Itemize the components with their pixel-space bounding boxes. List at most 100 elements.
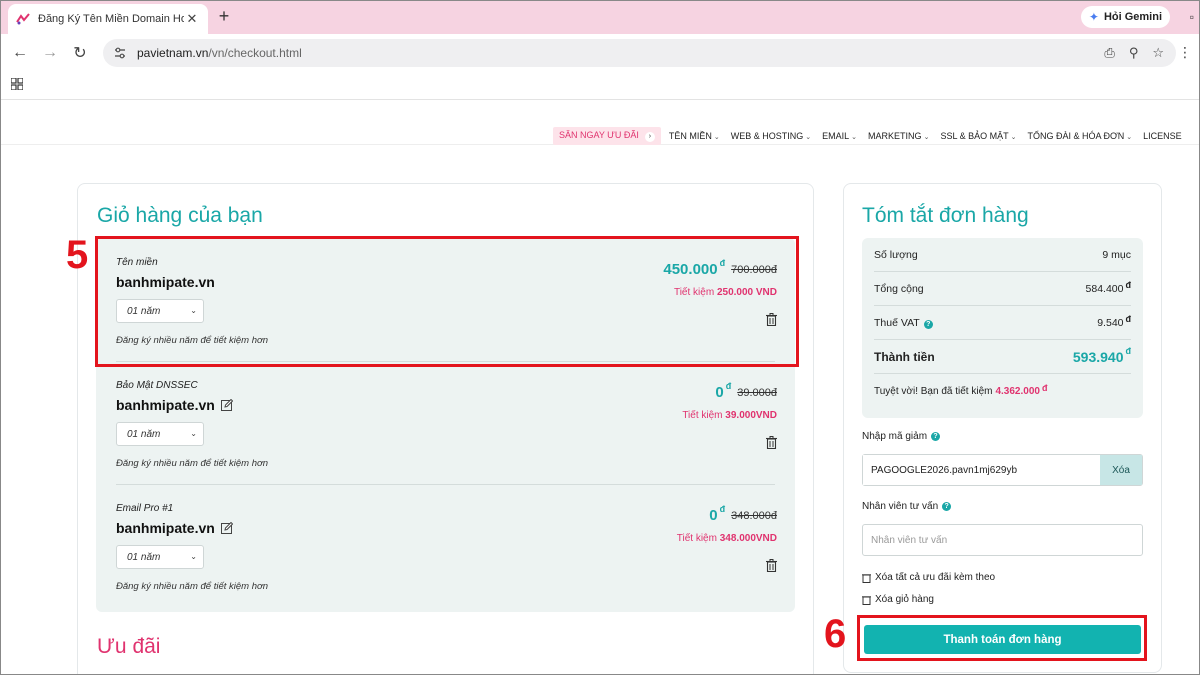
site-nav: SĂN NGAY ƯU ĐÃI › TÊN MIỀN ⌄ WEB & HOSTING… [0,101,1200,145]
chevron-down-icon: ⌄ [1010,134,1017,141]
price-now: 0 [715,384,724,401]
currency-symbol: đ [719,504,726,514]
currency-symbol: đ [1125,279,1132,290]
item-hint: Đăng ký nhiều năm để tiết kiệm hơn [116,458,269,469]
order-summary-panel: Tóm tắt đơn hàng Số lượng 9 mục Tổng cộn… [843,183,1162,673]
deals-title: Ưu đãi [97,635,161,658]
summary-title: Tóm tắt đơn hàng [862,204,1029,227]
nav-item-ssl[interactable]: SSL & BẢO MẬT ⌄ [940,131,1016,141]
chevron-right-icon: › [644,132,655,142]
edit-icon[interactable] [220,522,233,534]
help-icon[interactable]: ? [942,502,952,511]
bookmarks-bar [0,72,1200,100]
staff-label: Nhân viên tư vấn? [862,501,952,512]
price-old: 39.000đ [737,387,777,399]
summary-box: Số lượng 9 mục Tổng cộng 584.400 đ Thuế V… [862,238,1143,418]
nav-item-license[interactable]: LICENSE [1143,131,1182,141]
url-path: /vn/checkout.html [208,46,302,60]
nav-item-tongdai[interactable]: TỔNG ĐÀI & HÓA ĐƠN ⌄ [1028,131,1133,141]
chevron-down-icon: ⌄ [805,134,812,141]
apps-icon[interactable] [11,78,23,90]
nav-label: TÊN MIỀN [668,131,712,141]
browser-toolbar: ← → ↻ pavietnam.vn/vn/checkout.html ⎙ ⚲ … [0,34,1200,72]
nav-item-email[interactable]: EMAIL ⌄ [822,131,857,141]
browser-tab[interactable]: Đăng Ký Tên Miền Domain Hos ✕ [8,4,208,34]
close-icon[interactable]: ✕ [184,11,200,27]
install-icon[interactable]: ⎙ [1104,45,1114,61]
chevron-down-icon: ⌄ [713,134,720,141]
nav-item-marketing[interactable]: MARKETING ⌄ [868,131,929,141]
new-tab-icon[interactable]: + [215,6,233,26]
row-label: Tổng cộng [874,282,924,295]
row-amount: 593.940 [1072,348,1124,365]
trash-icon[interactable] [766,436,777,449]
window-control-icon[interactable]: ▫ [1190,10,1194,24]
term-select[interactable]: 01 năm ⌄ [116,545,204,569]
nav-label: TỔNG ĐÀI & HÓA ĐƠN [1027,131,1125,141]
site-info-icon[interactable] [113,46,127,60]
summary-row-total: Thành tiền 593.940 đ [874,340,1131,374]
star-icon[interactable]: ☆ [1152,45,1164,61]
savings-note-text: Tuyệt vời! Bạn đã tiết kiệm [874,385,993,397]
currency-symbol: đ [725,381,732,391]
row-value: 584.400 đ [1086,279,1132,295]
clear-deals-link[interactable]: Xóa tất cả ưu đãi kèm theo [862,572,995,583]
chevron-down-icon: ⌄ [851,134,858,141]
clear-cart-label: Xóa giỏ hàng [875,594,934,605]
url-host: pavietnam.vn [137,46,209,60]
item-price: 0đ 348.000đ [709,504,777,524]
trash-icon [862,573,871,583]
edit-icon[interactable] [220,399,233,411]
trash-icon[interactable] [766,559,777,572]
address-bar[interactable]: pavietnam.vn/vn/checkout.html ⎙ ⚲ ☆ [103,39,1176,67]
chevron-down-icon: ⌄ [190,552,197,561]
cart-item-dnssec: Bảo Mật DNSSEC banhmipate.vn 01 năm ⌄ Đăn… [96,361,795,484]
browser-tab-bar: Đăng Ký Tên Miền Domain Hos ✕ + ✦ Hỏi Ge… [0,0,1200,34]
clear-cart-link[interactable]: Xóa giỏ hàng [862,594,934,605]
reload-icon[interactable]: ↻ [65,43,95,63]
item-domain-label: banhmipate.vn [116,397,215,413]
price-old: 348.000đ [731,510,777,522]
row-label: Thuế VAT? [874,317,933,329]
save-value: 39.000VND [725,410,777,421]
item-savings: Tiết kiệm 348.000VND [677,533,777,544]
step5-number: 5 [66,233,89,277]
trash-icon [862,595,871,605]
term-select[interactable]: 01 năm ⌄ [116,422,204,446]
staff-input[interactable]: Nhân viên tư vấn [862,524,1143,556]
forward-icon[interactable]: → [35,44,65,62]
coupon-clear-button[interactable]: Xóa [1100,455,1142,485]
gemini-icon: ✦ [1088,10,1099,24]
nav-label: EMAIL [822,131,850,141]
step5-highlight [95,236,799,367]
row-value: 9 mục [1102,248,1131,261]
back-icon[interactable]: ← [5,44,35,62]
promo-link[interactable]: SĂN NGAY ƯU ĐÃI › [553,127,661,145]
menu-icon[interactable]: ⋮ [1178,44,1192,61]
row-label: Thành tiền [874,349,935,364]
item-domain: banhmipate.vn [116,520,233,536]
item-hint: Đăng ký nhiều năm để tiết kiệm hơn [116,581,269,592]
nav-item-hosting[interactable]: WEB & HOSTING ⌄ [731,131,811,141]
item-price: 0đ 39.000đ [715,381,777,401]
cart-item-email: Email Pro #1 banhmipate.vn 01 năm ⌄ Đăng … [96,484,795,607]
step6-highlight [857,615,1147,661]
gemini-button[interactable]: ✦ Hỏi Gemini [1080,6,1170,28]
nav-label: LICENSE [1143,131,1182,141]
chevron-down-icon: ⌄ [1126,134,1133,141]
help-icon[interactable]: ? [931,432,941,441]
nav-item-domain[interactable]: TÊN MIỀN ⌄ [669,131,720,141]
chevron-down-icon: ⌄ [190,429,197,438]
save-value: 348.000VND [719,533,777,544]
nav-label: MARKETING [868,131,922,141]
row-amount: 9.540 [1097,316,1124,329]
site-favicon-icon [16,12,30,26]
zoom-icon[interactable]: ⚲ [1129,45,1139,61]
summary-row-subtotal: Tổng cộng 584.400 đ [874,272,1131,306]
term-value: 01 năm [127,428,161,440]
help-icon[interactable]: ? [923,319,933,329]
coupon-input[interactable]: PAGOOGLE2026.pavn1mj629yb [863,455,1100,485]
staff-label-text: Nhân viên tư vấn [862,501,939,512]
cart-title: Giỏ hàng của bạn [97,204,263,227]
summary-row-quantity: Số lượng 9 mục [874,238,1131,272]
